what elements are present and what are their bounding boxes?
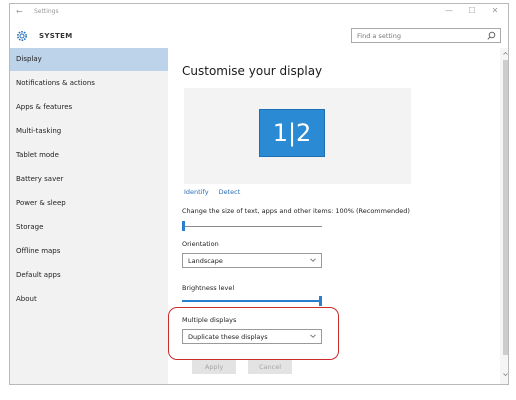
multiple-displays-value: Duplicate these displays: [188, 333, 268, 341]
sidebar-item-battery-saver[interactable]: Battery saver: [10, 168, 168, 191]
settings-window: ← Settings — ☐ ✕ SYSTEM Find a setting D…: [9, 3, 509, 385]
orientation-label: Orientation: [182, 240, 219, 248]
orientation-dropdown[interactable]: Landscape: [182, 253, 322, 268]
sidebar-item-label: Tablet mode: [16, 151, 59, 159]
sidebar-item-multitasking[interactable]: Multi-tasking: [10, 120, 168, 143]
search-icon[interactable]: [487, 31, 496, 40]
sidebar-item-about[interactable]: About: [10, 288, 168, 311]
sidebar-item-storage[interactable]: Storage: [10, 216, 168, 239]
scrollbar-thumb[interactable]: [503, 60, 508, 355]
sidebar-item-label: Power & sleep: [16, 199, 66, 207]
display-links: Identify Detect: [184, 188, 248, 196]
scroll-down-icon[interactable]: [503, 372, 508, 377]
section-title: SYSTEM: [39, 32, 73, 40]
multiple-displays-dropdown[interactable]: Duplicate these displays: [182, 329, 322, 344]
scale-slider-thumb[interactable]: [182, 221, 185, 231]
back-arrow-icon[interactable]: ←: [16, 7, 23, 16]
main-content: Customise your display 1|2 Identify Dete…: [168, 48, 508, 384]
chevron-down-icon: [310, 334, 316, 338]
display-monitor-tile[interactable]: 1|2: [259, 109, 325, 157]
sidebar-item-label: Battery saver: [16, 175, 64, 183]
sidebar-item-default-apps[interactable]: Default apps: [10, 264, 168, 287]
vertical-scrollbar[interactable]: [500, 48, 508, 384]
sidebar-item-label: About: [16, 295, 37, 303]
scale-label: Change the size of text, apps and other …: [182, 207, 410, 215]
scroll-up-icon[interactable]: [503, 51, 508, 56]
detect-link[interactable]: Detect: [219, 188, 241, 196]
monitor-label: 1|2: [272, 119, 312, 147]
sidebar-item-apps-features[interactable]: Apps & features: [10, 96, 168, 119]
apply-button[interactable]: Apply: [192, 360, 236, 374]
apply-button-label: Apply: [204, 363, 224, 371]
identify-link[interactable]: Identify: [184, 188, 209, 196]
sidebar-item-power-sleep[interactable]: Power & sleep: [10, 192, 168, 215]
title-bar: ← Settings — ☐ ✕: [10, 4, 508, 22]
sidebar-item-label: Display: [16, 55, 42, 63]
sidebar-item-label: Multi-tasking: [16, 127, 62, 135]
window-title: Settings: [34, 8, 59, 15]
cancel-button-label: Cancel: [258, 363, 282, 371]
sidebar: Display Notifications & actions Apps & f…: [10, 48, 168, 384]
sidebar-item-display[interactable]: Display: [10, 48, 168, 71]
sidebar-item-notifications[interactable]: Notifications & actions: [10, 72, 168, 95]
maximize-button[interactable]: ☐: [465, 6, 479, 15]
chevron-down-icon: [310, 258, 316, 262]
sidebar-item-tablet-mode[interactable]: Tablet mode: [10, 144, 168, 167]
scale-slider-track[interactable]: [182, 226, 322, 227]
brightness-label: Brightness level: [182, 284, 235, 292]
sidebar-item-label: Apps & features: [16, 103, 73, 111]
sidebar-item-label: Storage: [16, 223, 44, 231]
cancel-button[interactable]: Cancel: [248, 360, 292, 374]
search-placeholder: Find a setting: [357, 32, 401, 40]
brightness-slider-thumb[interactable]: [319, 296, 322, 306]
sidebar-item-label: Default apps: [16, 271, 61, 279]
page-header: SYSTEM Find a setting: [10, 23, 508, 48]
sidebar-item-offline-maps[interactable]: Offline maps: [10, 240, 168, 263]
close-button[interactable]: ✕: [488, 6, 502, 15]
brightness-slider-fill: [182, 300, 319, 302]
orientation-value: Landscape: [188, 257, 223, 265]
sidebar-item-label: Notifications & actions: [16, 79, 95, 87]
search-input[interactable]: Find a setting: [351, 28, 501, 43]
gear-icon: [17, 31, 27, 41]
page-title: Customise your display: [182, 64, 323, 78]
minimize-button[interactable]: —: [442, 6, 456, 15]
sidebar-item-label: Offline maps: [16, 247, 61, 255]
multiple-displays-label: Multiple displays: [182, 316, 237, 324]
